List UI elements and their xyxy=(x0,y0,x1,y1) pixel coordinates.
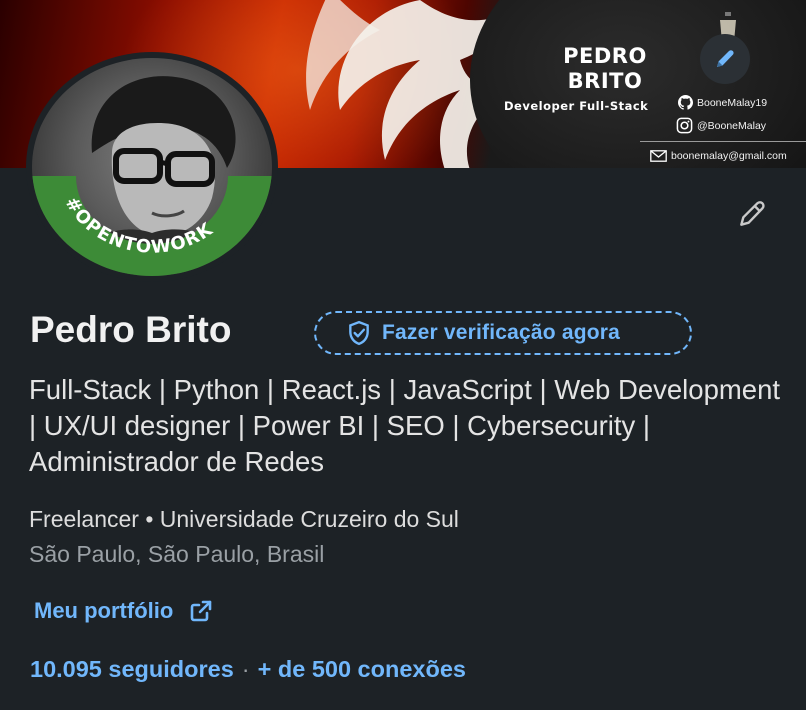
avatar: #OPENTOWORK xyxy=(32,58,272,276)
edit-profile-button[interactable] xyxy=(726,192,778,236)
shield-check-icon xyxy=(349,320,369,346)
banner-name-line1: PEDRO xyxy=(563,44,647,68)
banner-github-handle: BooneMalay19 xyxy=(697,96,768,109)
connections-link[interactable]: + de 500 conexões xyxy=(258,656,466,683)
verify-now-label: Fazer verificação agora xyxy=(382,321,621,344)
profile-location: São Paulo, São Paulo, Brasil xyxy=(29,541,325,567)
banner-name-line2: BRITO xyxy=(567,69,643,93)
banner-email: boonemalay@gmail.com xyxy=(650,150,787,162)
banner-name: PEDRO BRITO xyxy=(540,44,670,94)
profile-photo[interactable]: #OPENTOWORK xyxy=(26,52,278,282)
verify-now-button[interactable]: Fazer verificação agora xyxy=(314,311,692,355)
edit-banner-button[interactable] xyxy=(700,34,750,84)
profile-headline: Full-Stack | Python | React.js | JavaScr… xyxy=(29,374,780,477)
pencil-icon xyxy=(740,201,765,226)
pencil-icon xyxy=(717,50,734,67)
followers-link[interactable]: 10.095 seguidores xyxy=(30,656,234,683)
banner-github: BooneMalay19 xyxy=(678,95,767,110)
external-link-icon xyxy=(191,600,212,622)
stats-separator: · xyxy=(241,656,250,682)
avatar-illustration: #OPENTOWORK xyxy=(32,76,272,276)
banner-instagram: @BooneMalay xyxy=(676,117,766,134)
banner-instagram-handle: @BooneMalay xyxy=(697,119,767,132)
github-icon xyxy=(678,95,693,110)
profile-name: Pedro Brito xyxy=(30,309,232,350)
portfolio-link[interactable]: Meu portfólio xyxy=(34,598,213,624)
banner-role: Developer Full-Stack xyxy=(504,99,649,113)
banner-divider xyxy=(640,141,806,142)
instagram-icon xyxy=(676,117,693,134)
profile-workplace: Freelancer • Universidade Cruzeiro do Su… xyxy=(29,506,459,532)
network-stats: 10.095 seguidores · + de 500 conexões xyxy=(30,656,466,683)
portfolio-label: Meu portfólio xyxy=(34,598,174,623)
banner-email-address: boonemalay@gmail.com xyxy=(671,150,787,162)
mail-icon xyxy=(650,150,667,162)
